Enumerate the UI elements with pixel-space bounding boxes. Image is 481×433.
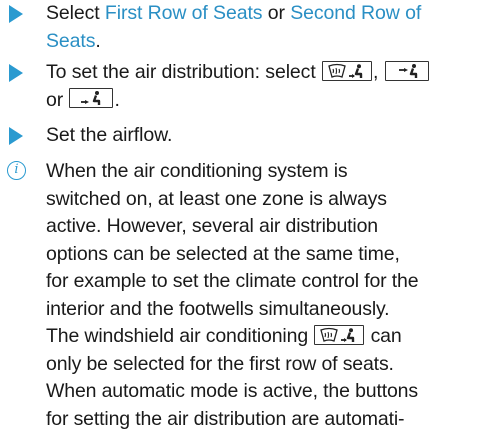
info-icon: i [7,161,26,180]
note-line-with-icon: The windshield air conditioning can [46,323,478,351]
step-text-part: . [95,30,100,52]
manual-page: Select First Row of Seats or Second Row … [0,0,481,408]
info-note: i When the air conditioning system is sw… [0,158,481,408]
note-line-part: can [371,325,402,347]
first-row-link[interactable]: First Row of Seats [105,2,263,24]
step-text-part: or [262,2,290,24]
note-line: active. However, several air distributio… [46,213,478,241]
step-set-airflow: Set the airflow. [0,122,481,150]
bullet-arrow-icon [9,5,23,23]
note-line: When automatic mode is active, the butto… [46,378,478,406]
step-text: Set the airflow. [46,122,476,150]
separator-comma: , [373,61,378,83]
step-text-part: Select [46,2,105,24]
note-line: When the air conditioning system is [46,158,478,186]
windshield-footwell-airflow-icon [314,325,364,345]
note-line: only be selected for the first row of se… [46,351,478,379]
step-text: To set the air distribution: select , [46,59,476,114]
windshield-footwell-airflow-icon [322,61,372,81]
sentence-end: . [114,89,119,111]
or-text: or [46,89,63,111]
upper-body-airflow-icon [385,61,429,81]
note-line-part: The windshield air conditioning [46,325,308,347]
note-line: for setting the air distribution are aut… [46,406,478,433]
step-air-distribution: To set the air distribution: select , [0,59,481,115]
note-line: for example to set the climate control f… [46,268,478,296]
step-select-seat-row: Select First Row of Seats or Second Row … [0,0,481,56]
second-row-link[interactable]: Second Row of [290,2,421,24]
note-line: interior and the footwells simultaneousl… [46,296,478,324]
second-row-link-continued[interactable]: Seats [46,30,95,52]
step-text: Select First Row of Seats or Second Row … [46,0,476,55]
bullet-arrow-icon [9,127,23,145]
step-text-part: To set the air distribution: select [46,61,316,83]
note-line: options can be selected at the same time… [46,241,478,269]
bullet-arrow-icon [9,64,23,82]
footwell-airflow-icon [69,88,113,108]
note-line: switched on, at least one zone is always [46,186,478,214]
info-note-text: When the air conditioning system is swit… [46,158,478,433]
